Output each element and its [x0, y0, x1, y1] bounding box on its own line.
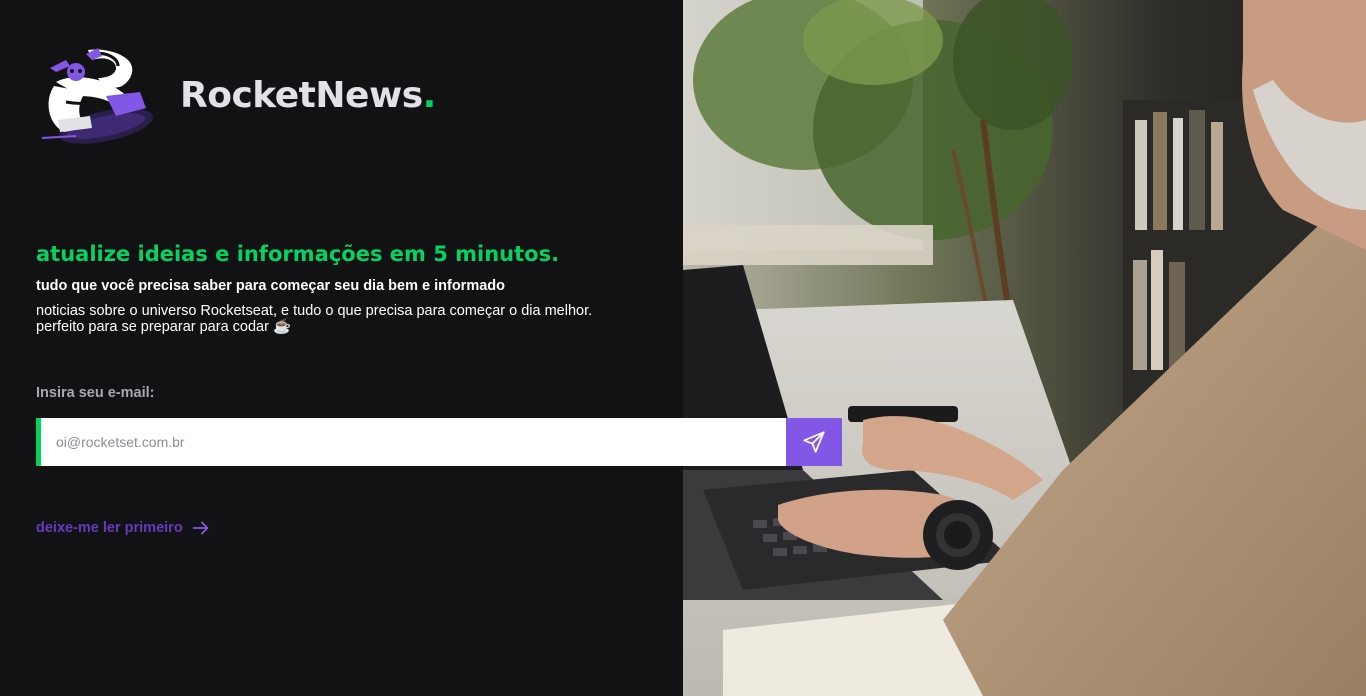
email-field[interactable] — [41, 418, 786, 466]
email-form — [36, 418, 842, 466]
arrow-right-icon — [192, 521, 209, 535]
brand: RocketNews. — [36, 46, 436, 146]
brand-wordmark: RocketNews — [180, 75, 423, 116]
read-first-link[interactable]: deixe-me ler primeiro — [36, 517, 212, 539]
left-panel: RocketNews. atualize ideias e informaçõe… — [0, 0, 842, 696]
subheadline: tudo que você precisa saber para começar… — [36, 278, 505, 294]
email-label: Insira seu e-mail: — [36, 385, 155, 401]
read-first-label: deixe-me ler primeiro — [36, 520, 183, 536]
brand-name: RocketNews. — [180, 78, 436, 114]
description: noticias sobre o universo Rocketseat, e … — [36, 303, 593, 335]
headline: atualize ideias e informações em 5 minut… — [36, 242, 560, 266]
astronaut-reading-newspaper-icon — [41, 48, 154, 144]
brand-dot: . — [422, 75, 437, 116]
man-typing-on-laptop-photo — [683, 0, 1366, 696]
submit-button[interactable] — [786, 418, 842, 466]
hero-photo — [683, 0, 1366, 696]
send-icon — [803, 431, 825, 453]
